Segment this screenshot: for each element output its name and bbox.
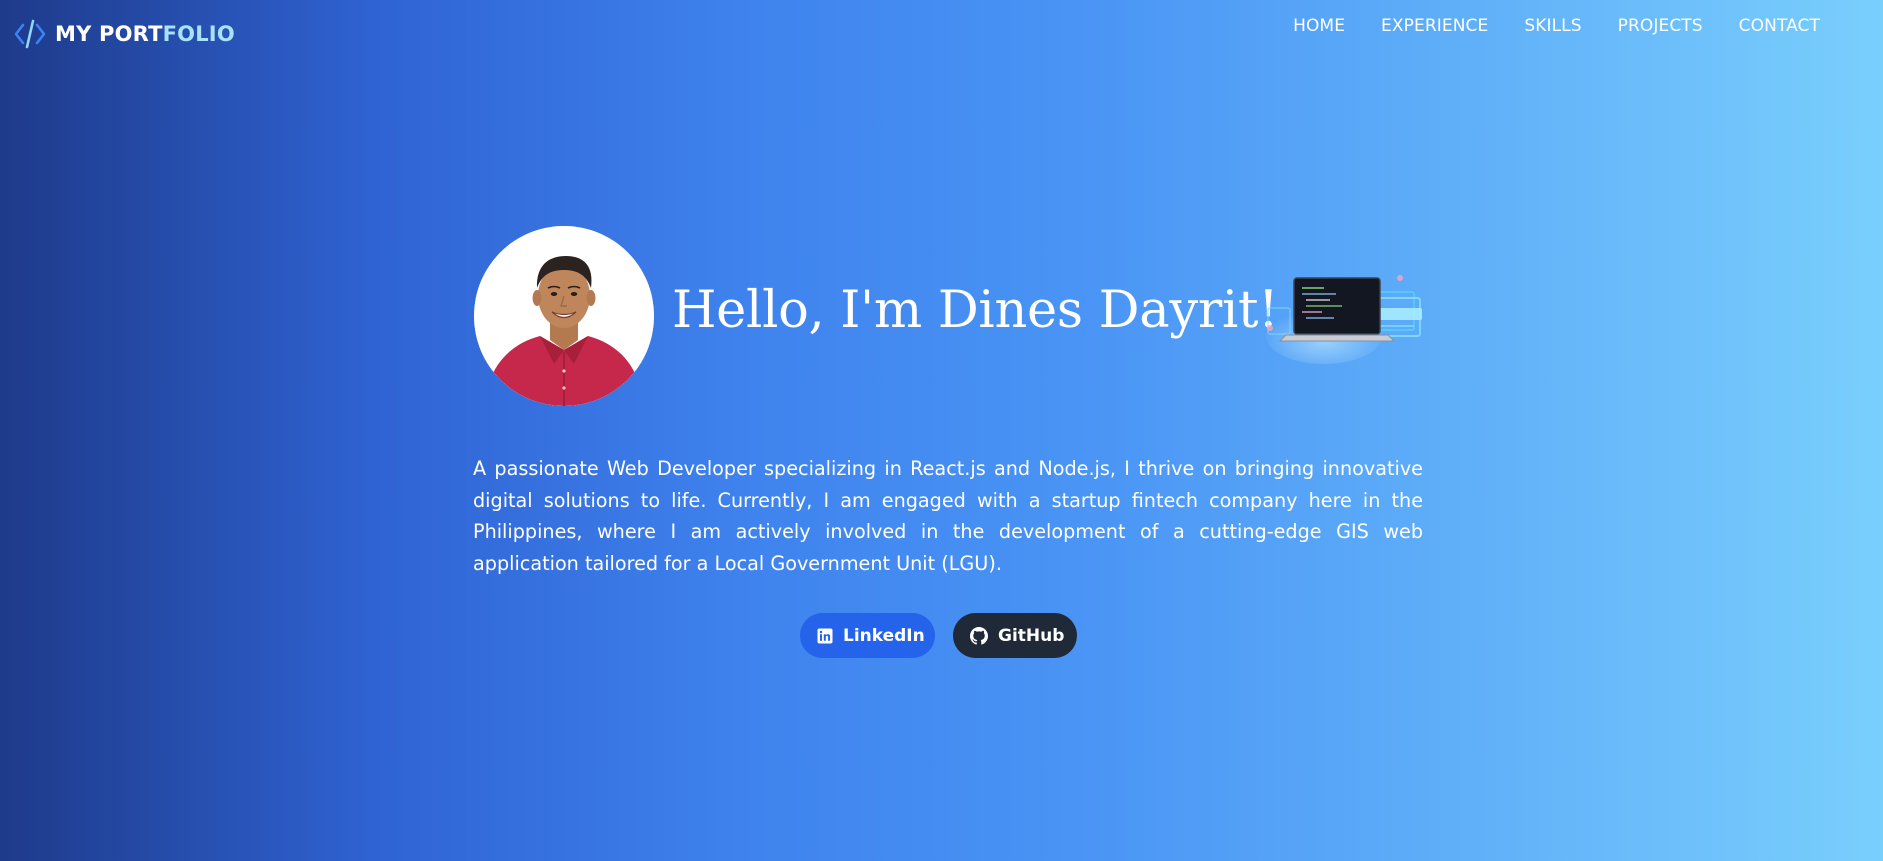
hero-header: Hello, I'm Dines Dayrit! [474,226,1424,406]
nav-home-link[interactable]: HOME [1293,16,1345,36]
profile-avatar [474,226,654,406]
hero-title: Hello, I'm Dines Dayrit! [672,281,1279,340]
linkedin-icon [817,628,833,644]
brand-name-part-b: FOLIO [162,22,235,46]
github-button[interactable]: GitHub [953,613,1077,658]
brand-name: MY PORTFOLIO [55,22,235,46]
laptop-code-illustration [1264,266,1434,370]
github-icon [970,626,988,645]
nav-experience-link[interactable]: EXPERIENCE [1381,16,1488,36]
linkedin-button[interactable]: LinkedIn [800,613,935,658]
main-nav: HOME EXPERIENCE SKILLS PROJECTS CONTACT [1293,16,1820,36]
nav-contact-link[interactable]: CONTACT [1739,16,1820,36]
navbar: MY PORTFOLIO HOME EXPERIENCE SKILLS PROJ… [0,0,1883,66]
github-button-label: GitHub [998,625,1065,646]
hero-bio: A passionate Web Developer specializing … [473,457,1423,575]
social-buttons: LinkedIn GitHub [800,613,1077,658]
nav-projects-link[interactable]: PROJECTS [1618,16,1703,36]
brand-logo[interactable]: MY PORTFOLIO [14,17,235,51]
linkedin-button-label: LinkedIn [843,625,925,646]
nav-skills-link[interactable]: SKILLS [1524,16,1581,36]
code-brackets-icon [14,17,46,51]
brand-name-part-a: MY PORT [55,22,163,46]
